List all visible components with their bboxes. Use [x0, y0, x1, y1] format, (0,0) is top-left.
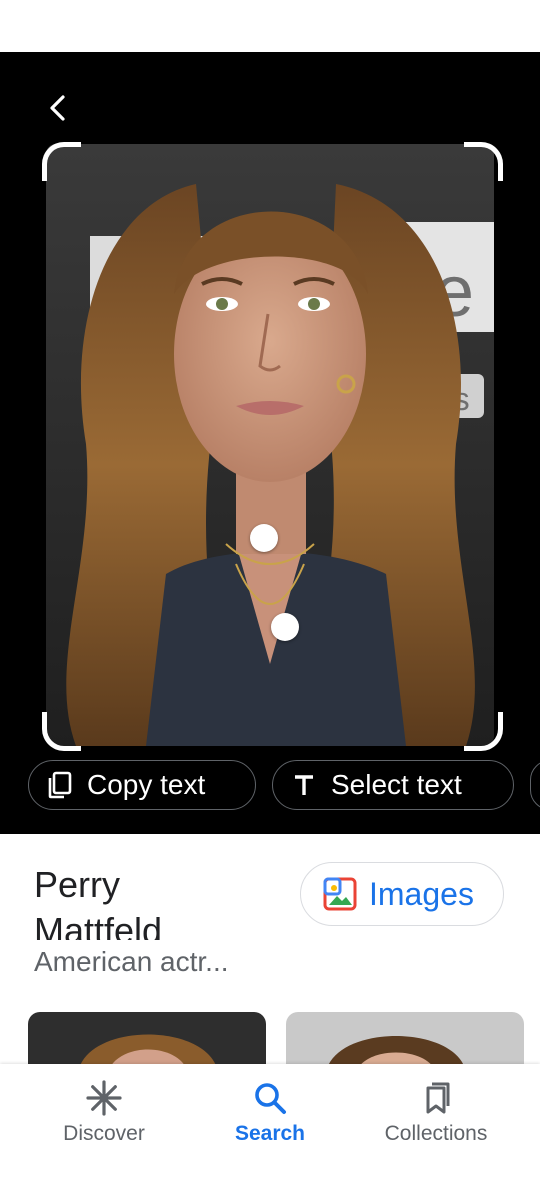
select-text-chip[interactable]: Select text — [272, 760, 514, 810]
back-button[interactable] — [38, 88, 78, 128]
entity-description: American actr... — [34, 946, 229, 977]
object-hotspot-necklace[interactable] — [250, 524, 278, 552]
portrait-image: ele des — [46, 144, 494, 746]
bottom-navigation: Discover Search Collections — [0, 1064, 540, 1200]
nav-search-label: Search — [234, 1122, 306, 1145]
images-button[interactable]: Images — [300, 862, 504, 926]
crop-handle-top-left[interactable] — [42, 142, 81, 181]
status-bar — [0, 0, 540, 52]
nav-discover[interactable]: Discover — [24, 1080, 184, 1146]
copy-text-chip[interactable]: Copy text — [28, 760, 256, 810]
search-icon — [255, 1083, 286, 1114]
copy-icon — [45, 770, 75, 800]
image-viewer: ele des — [0, 52, 540, 834]
object-hotspot-pendant[interactable] — [271, 613, 299, 641]
action-chips: Copy text Select text — [0, 760, 540, 814]
entity-name[interactable]: Perry Mattfeld — [34, 862, 264, 940]
arrow-back-icon — [50, 95, 65, 121]
more-chip[interactable] — [530, 760, 540, 810]
bookmarks-icon — [426, 1082, 450, 1114]
image-icon — [323, 877, 357, 911]
text-select-icon — [289, 770, 319, 800]
result-thumbnail-1[interactable] — [28, 1012, 266, 1072]
nav-search[interactable]: Search — [190, 1080, 350, 1146]
images-button-label: Images — [369, 875, 474, 912]
entity-name-line2: Mattfeld — [34, 910, 163, 940]
results-panel: Perry Mattfeld American actr... Images — [0, 834, 540, 1072]
nav-collections[interactable]: Collections — [356, 1080, 516, 1146]
crop-handle-bottom-left[interactable] — [42, 712, 81, 751]
searched-photo[interactable]: ele des — [46, 144, 494, 746]
entity-name-line1: Perry — [34, 864, 121, 905]
crop-handle-bottom-right[interactable] — [464, 712, 503, 751]
select-text-label: Select text — [331, 769, 462, 800]
asterisk-icon — [86, 1080, 122, 1116]
copy-text-label: Copy text — [87, 769, 206, 800]
nav-discover-label: Discover — [63, 1122, 145, 1145]
result-thumbnail-2[interactable] — [286, 1012, 524, 1072]
crop-handle-top-right[interactable] — [464, 142, 503, 181]
nav-collections-label: Collections — [384, 1122, 488, 1145]
